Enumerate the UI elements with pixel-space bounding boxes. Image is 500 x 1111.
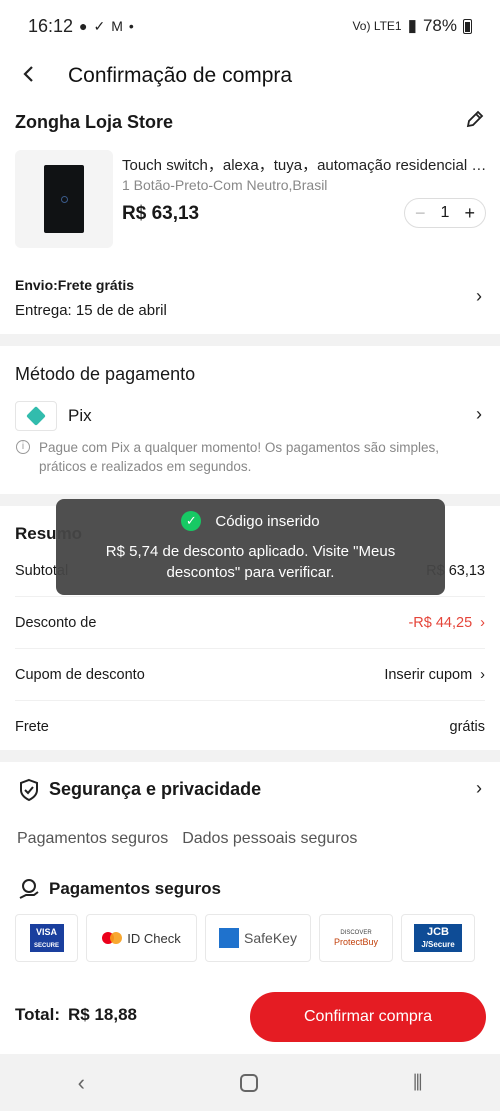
minus-icon[interactable]: −: [415, 203, 426, 224]
discount-row[interactable]: Desconto de -R$ 44,25 ›: [15, 597, 485, 649]
visa-secure-badge: VISA SECURE: [15, 914, 78, 962]
payment-method-card: Método de pagamento Pix › i Pague com Pi…: [0, 346, 500, 494]
amex-safekey-badge: SafeKey: [205, 914, 311, 962]
security-title[interactable]: Segurança e privacidade: [49, 779, 261, 800]
discount-value: -R$ 44,25: [408, 614, 473, 631]
total-label: Total:: [15, 1005, 61, 1024]
check-circle-icon: ✓: [93, 17, 106, 34]
idcheck-text: ID Check: [127, 930, 181, 946]
payment-method-title: Método de pagamento: [15, 364, 196, 384]
mastercard-idcheck-badge: ID Check: [86, 914, 197, 962]
secure-payment-hand-icon: [19, 879, 39, 899]
status-bar: 16:12 ● ✓ M • Vo) LTE1 ▮ 78%: [0, 0, 500, 52]
chevron-right-icon[interactable]: ›: [480, 615, 485, 631]
discount-label: Desconto de: [15, 614, 97, 631]
chevron-right-icon[interactable]: ›: [480, 667, 485, 683]
insert-coupon-link[interactable]: Inserir cupom: [384, 667, 472, 683]
security-tabs: Pagamentos seguros Dados pessoais seguro…: [17, 830, 357, 848]
system-nav-bar: ‹ ⫴: [0, 1054, 500, 1111]
quantity-stepper: − 1 +: [404, 198, 486, 228]
protectbuy-text: ProtectBuy: [333, 936, 379, 947]
tab-secure-payments[interactable]: Pagamentos seguros: [17, 830, 168, 848]
toast-title: Código inserido: [215, 512, 320, 530]
payment-chevron-right-icon[interactable]: ›: [476, 404, 482, 425]
store-name: Zongha Loja Store: [15, 112, 174, 132]
page-header: Confirmação de compra: [0, 52, 500, 100]
dot-icon: •: [128, 18, 134, 34]
security-chevron-right-icon[interactable]: ›: [476, 778, 482, 799]
shipping-fee-value: grátis: [449, 719, 485, 735]
shipping-row: Frete grátis: [15, 701, 485, 753]
battery-icon: [463, 18, 472, 34]
coupon-label: Cupom de desconto: [15, 666, 145, 683]
wifi-icon: Vo) LTE1: [352, 19, 402, 33]
quantity-value: 1: [440, 204, 450, 221]
plus-icon[interactable]: +: [464, 203, 475, 224]
safekey-text: SafeKey: [244, 930, 297, 946]
jsecure-text: J/Secure: [421, 940, 455, 949]
tab-secure-personal-data[interactable]: Dados pessoais seguros: [182, 830, 357, 848]
signal-icon: ▮: [407, 16, 417, 35]
payment-method-name[interactable]: Pix: [68, 406, 92, 426]
shipping-label: Envio:Frete grátis: [15, 277, 135, 293]
shipping-chevron-right-icon[interactable]: ›: [476, 286, 482, 307]
total-value: R$ 18,88: [68, 1005, 138, 1024]
confirm-purchase-button[interactable]: Confirmar compra: [250, 992, 486, 1042]
store-card: Zongha Loja Store Touch switch，alexa，tuy…: [0, 100, 500, 334]
product-image[interactable]: [15, 150, 113, 248]
coupon-row[interactable]: Cupom de desconto Inserir cupom ›: [15, 649, 485, 701]
secure-payments-subtitle: Pagamentos seguros: [49, 879, 221, 898]
checkout-bar: Total: R$ 18,88 Confirmar compra: [0, 978, 500, 1054]
success-check-icon: ✓: [181, 511, 202, 531]
back-arrow-icon[interactable]: [22, 63, 52, 89]
discover-text: DISCOVER: [340, 929, 372, 936]
status-time: 16:12: [28, 15, 74, 36]
jcb-text: JCB: [426, 926, 449, 938]
coupon-toast: ✓ Código inserido R$ 5,74 de desconto apl…: [56, 499, 445, 595]
shipping-fee-label: Frete: [15, 719, 49, 735]
info-icon: i: [16, 440, 30, 454]
toast-message: R$ 5,74 de desconto aplicado. Visite "Me…: [105, 543, 396, 581]
notification-icons: ● ✓ M •: [79, 18, 134, 35]
pix-logo-icon: [15, 401, 57, 431]
amex-icon: [219, 928, 240, 948]
shield-check-icon: [20, 778, 38, 802]
product-price: R$ 63,13: [122, 203, 200, 224]
jcb-jsecure-badge: JCB J/Secure: [401, 914, 475, 962]
pix-info-text: Pague com Pix a qualquer momento! Os pag…: [39, 440, 439, 474]
product-variant: 1 Botão-Preto-Com Neutro,Brasil: [122, 177, 328, 193]
visa-text: VISA: [35, 927, 57, 937]
nav-recents-icon[interactable]: ⫴: [413, 1070, 422, 1096]
security-card: Segurança e privacidade › Pagamentos seg…: [0, 762, 500, 978]
page-title: Confirmação de compra: [68, 64, 293, 87]
edit-pencil-icon[interactable]: [465, 109, 485, 135]
battery-level: 78%: [422, 16, 457, 35]
discover-protectbuy-badge: DISCOVER ProtectBuy: [319, 914, 393, 962]
nav-back-icon[interactable]: ‹: [78, 1070, 85, 1096]
visa-sub-text: SECURE: [33, 943, 59, 949]
nav-home-icon[interactable]: [240, 1073, 259, 1092]
chat-icon: ●: [79, 18, 88, 34]
delivery-date: Entrega: 15 de de abril: [15, 302, 167, 319]
gmail-icon: M: [111, 18, 123, 34]
total-price: Total: R$ 18,88: [15, 1005, 137, 1025]
product-name[interactable]: Touch switch，alexa，tuya，automação reside…: [122, 154, 487, 175]
payment-badges: VISA SECURE ID Check SafeKey DISCOVER Prot…: [15, 914, 475, 962]
